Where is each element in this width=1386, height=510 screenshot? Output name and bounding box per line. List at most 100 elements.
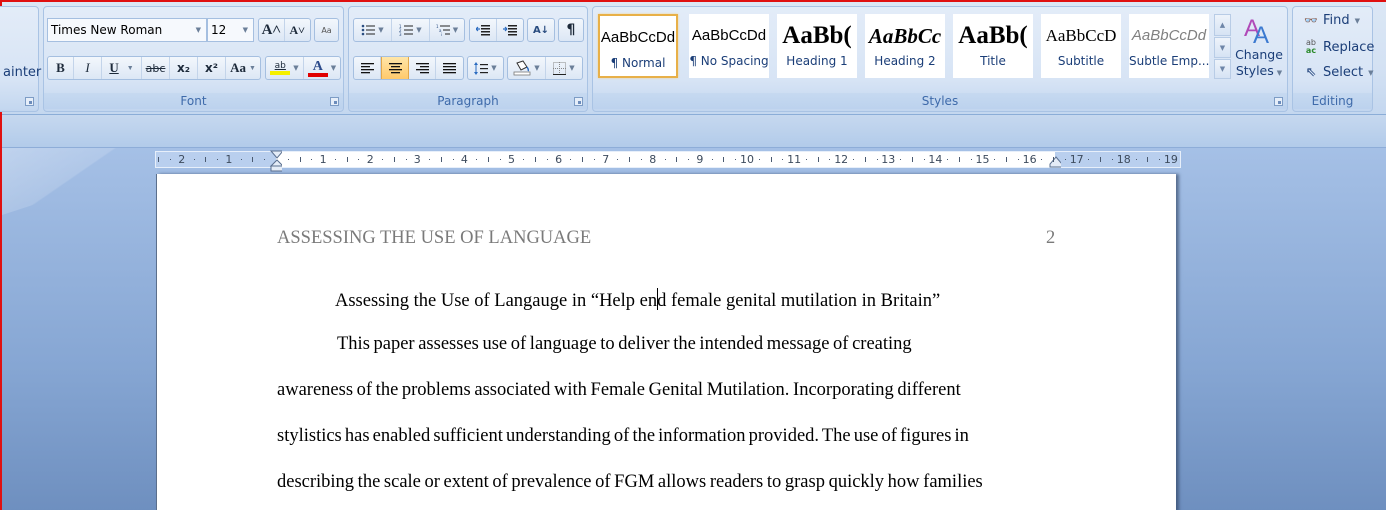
format-painter-button[interactable]: ainter xyxy=(3,65,41,80)
style-title[interactable]: AaBb( Title xyxy=(953,14,1033,78)
ruler-dot xyxy=(923,159,925,160)
grow-font-button[interactable]: A˄ xyxy=(259,19,285,41)
chevron-down-icon: ▼ xyxy=(242,26,248,34)
style-normal[interactable]: AaBbCcDd ¶ Normal xyxy=(598,14,678,78)
shading-button[interactable]: ▼ xyxy=(508,57,546,79)
numbering-button[interactable]: 123 ▼ xyxy=(392,19,430,41)
chevron-down-icon: ▼ xyxy=(1276,69,1283,77)
cursor-arrow-icon: ⇖ xyxy=(1305,65,1317,80)
show-hide-marks-button[interactable]: ¶ xyxy=(559,19,583,41)
page-number[interactable]: 2 xyxy=(1046,228,1055,249)
ruler-number: 5 xyxy=(508,153,515,166)
ruler-tick xyxy=(440,157,442,162)
ruler-dot xyxy=(287,159,289,160)
bold-button[interactable]: B xyxy=(48,57,74,79)
styles-dialog-launcher[interactable] xyxy=(1274,97,1283,106)
style-no-spacing[interactable]: AaBbCcDd ¶ No Spacing xyxy=(689,14,769,78)
chevron-up-icon: ▲ xyxy=(1219,21,1226,29)
running-header[interactable]: ASSESSING THE USE OF LANGUAGE xyxy=(277,228,591,249)
multilevel-list-icon: 1ai xyxy=(436,24,450,36)
ruler-tick xyxy=(958,157,960,162)
ruler-dot xyxy=(1135,159,1137,160)
body-line[interactable]: describing the scale or extent of preval… xyxy=(277,472,983,493)
style-sample: AaBbCcDd xyxy=(691,27,767,44)
font-dialog-launcher[interactable] xyxy=(330,97,339,106)
change-case-button[interactable]: Aa ▼ xyxy=(226,57,260,79)
align-right-button[interactable] xyxy=(409,57,436,79)
chevron-down-icon: ▼ xyxy=(293,64,299,72)
font-color-glyph: A xyxy=(312,58,323,74)
ruler-number: 11 xyxy=(787,153,802,166)
first-line-indent-marker[interactable] xyxy=(270,150,282,172)
style-subtitle[interactable]: AaBbCcD Subtitle xyxy=(1041,14,1121,78)
decrease-indent-button[interactable] xyxy=(470,19,497,41)
paragraph-group: ▼ 123 ▼ 1ai ▼ A↓ ¶ ▼ ▼ ▼ Paragraph xyxy=(348,6,588,112)
line-spacing-button[interactable]: ▼ xyxy=(468,57,503,79)
sort-button[interactable]: A↓ xyxy=(528,19,554,41)
ruler-dot xyxy=(1017,159,1019,160)
chevron-down-icon: ▼ xyxy=(1368,68,1374,77)
align-left-button[interactable] xyxy=(354,57,381,79)
sort-strip: A↓ xyxy=(527,18,555,42)
paragraph-dialog-launcher[interactable] xyxy=(574,97,583,106)
body-line[interactable]: This paper assesses use of language to d… xyxy=(337,334,912,355)
ruler-number: 4 xyxy=(460,153,468,166)
justify-button[interactable] xyxy=(436,57,463,79)
font-group-label: Font xyxy=(44,93,343,109)
ruler-tick xyxy=(299,157,301,162)
document-title[interactable]: Assessing the Use of Langauge in “Help e… xyxy=(335,288,940,312)
ruler-tick xyxy=(770,157,772,162)
italic-icon: I xyxy=(85,60,90,75)
font-name-combo[interactable]: Times New Roman ▼ xyxy=(47,18,207,42)
ruler-dot xyxy=(593,159,595,160)
document-page[interactable]: ASSESSING THE USE OF LANGUAGE 2 Assessin… xyxy=(156,174,1176,510)
underline-button[interactable]: U ▼ xyxy=(102,57,142,79)
ruler-number: 8 xyxy=(649,153,657,166)
superscript-button[interactable]: x² xyxy=(198,57,226,79)
clear-formatting-button[interactable]: Aa xyxy=(315,19,338,41)
ruler-number: 15 xyxy=(975,153,990,166)
bullets-button[interactable]: ▼ xyxy=(354,19,392,41)
italic-button[interactable]: I xyxy=(74,57,102,79)
find-button[interactable]: 👓 Find ▼ xyxy=(1302,13,1360,28)
borders-icon xyxy=(553,61,567,75)
styles-scroll-down-button[interactable]: ▼ xyxy=(1214,37,1231,58)
strikethrough-button[interactable]: abc xyxy=(142,57,170,79)
body-line[interactable]: stylistics has enabled sufficient unders… xyxy=(277,426,969,447)
increase-indent-button[interactable] xyxy=(497,19,523,41)
multilevel-list-button[interactable]: 1ai ▼ xyxy=(430,19,464,41)
style-subtle-emphasis[interactable]: AaBbCcDd Subtle Emp... xyxy=(1129,14,1209,78)
bullets-icon xyxy=(361,24,376,36)
ruler-dot xyxy=(994,159,996,160)
font-color-swatch xyxy=(307,72,328,77)
style-heading-2[interactable]: AaBbCc Heading 2 xyxy=(865,14,945,78)
body-line[interactable]: awareness of the problems associated wit… xyxy=(277,380,961,401)
horizontal-ruler[interactable]: 2 1 1 2 3 4 5 6 7 8 9 10 11 12 13 14 15 16 17 18 19 xyxy=(155,150,1181,172)
ruler-dot xyxy=(452,159,454,160)
ruler-dot xyxy=(1064,159,1066,160)
select-button[interactable]: ⇖ Select ▼ xyxy=(1302,65,1374,80)
font-name-value: Times New Roman xyxy=(51,23,163,37)
chevron-down-icon: ▼ xyxy=(491,64,497,72)
clipboard-dialog-launcher[interactable] xyxy=(25,97,34,106)
styles-more-button[interactable]: ▼ xyxy=(1214,59,1231,79)
right-indent-marker[interactable] xyxy=(1049,154,1061,168)
change-styles-icon: A A xyxy=(1244,15,1269,49)
font-color-button[interactable]: A ▼ xyxy=(304,57,340,79)
style-heading-1[interactable]: AaBb( Heading 1 xyxy=(777,14,857,78)
styles-scroll-up-button[interactable]: ▲ xyxy=(1214,14,1231,36)
change-styles-button[interactable]: A A Change Styles ▼ xyxy=(1234,14,1284,92)
pilcrow-icon: ¶ xyxy=(566,22,576,38)
shrink-font-button[interactable]: A˅ xyxy=(285,19,310,41)
replace-button[interactable]: ab ac Replace xyxy=(1302,39,1375,55)
ruler-dot xyxy=(852,159,854,160)
font-size-combo[interactable]: 12 ▼ xyxy=(207,18,254,42)
text-highlight-button[interactable]: ab ▼ xyxy=(266,57,304,79)
align-center-button[interactable] xyxy=(381,57,409,79)
clear-formatting-strip: Aa xyxy=(314,18,339,42)
ruler-dot xyxy=(711,159,713,160)
style-name: Subtle Emp... xyxy=(1129,54,1209,68)
ruler-tick xyxy=(158,157,160,162)
subscript-button[interactable]: x₂ xyxy=(170,57,198,79)
borders-button[interactable]: ▼ xyxy=(546,57,582,79)
